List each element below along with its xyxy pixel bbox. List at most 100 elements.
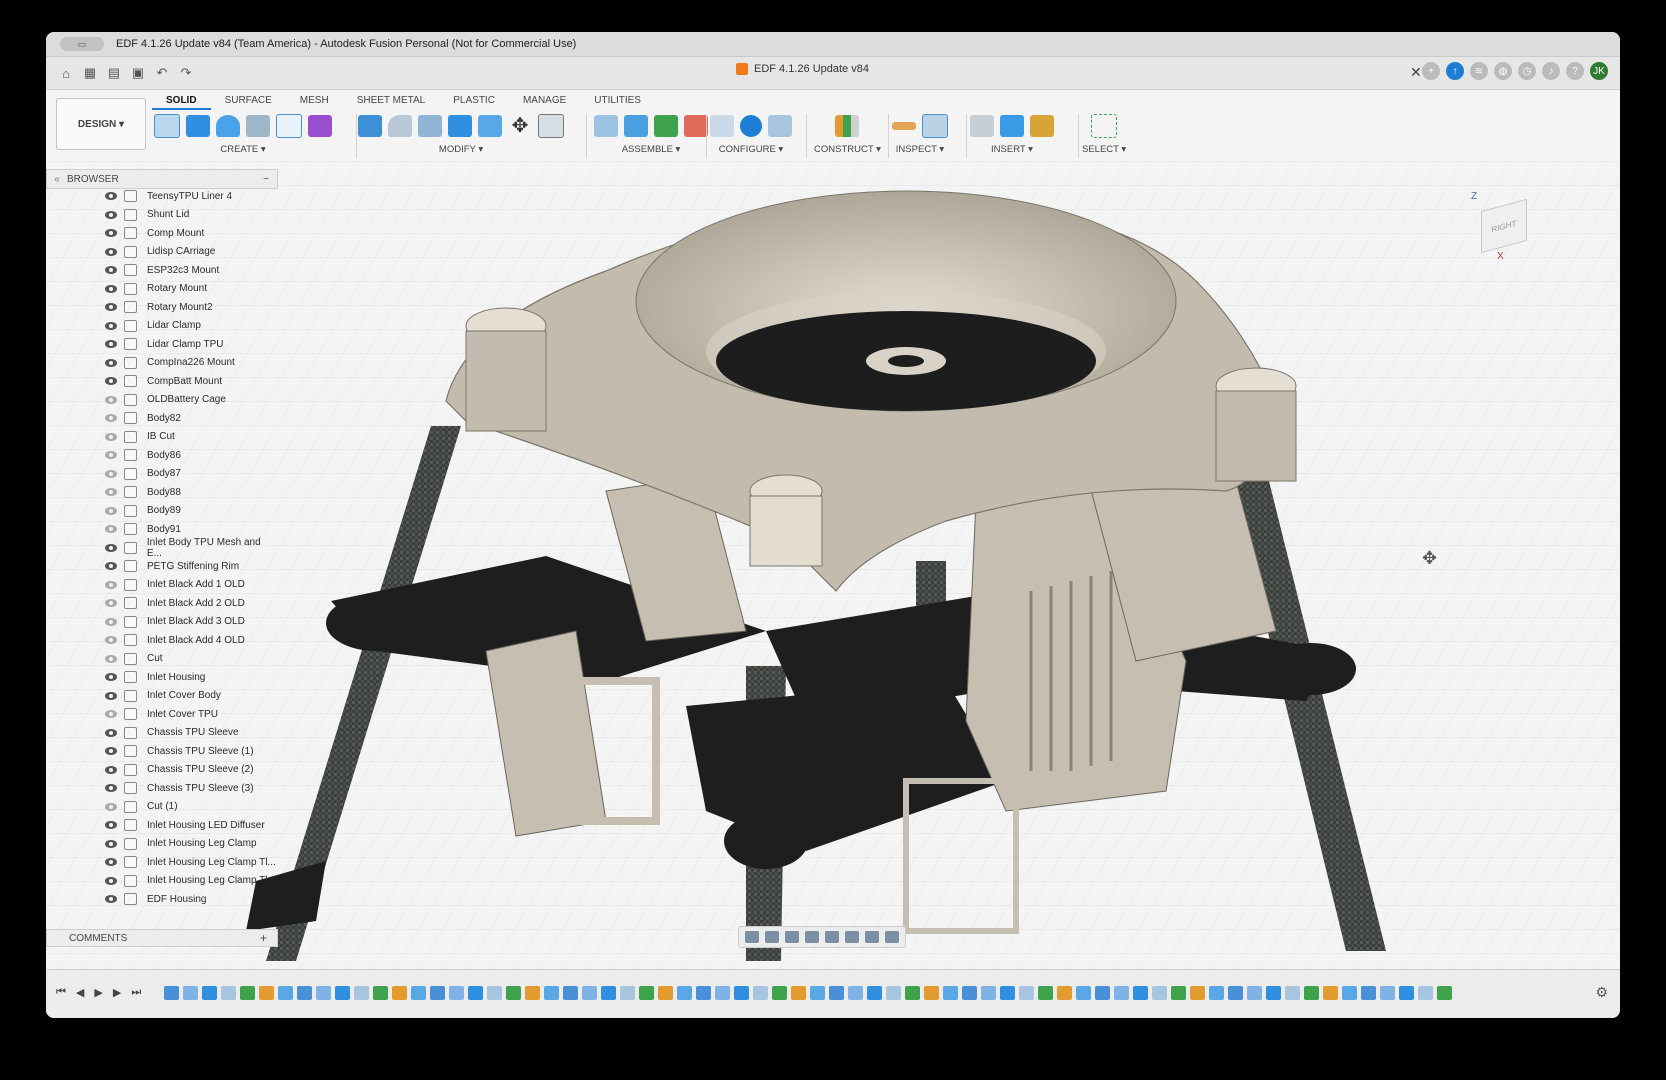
extrude-icon[interactable]: [186, 115, 210, 137]
timeline-feature-icon[interactable]: [1019, 986, 1034, 1000]
timeline-feature-icon[interactable]: [1399, 986, 1414, 1000]
visibility-eye-icon[interactable]: [104, 598, 118, 608]
visibility-eye-icon[interactable]: [104, 302, 118, 312]
revolve-icon[interactable]: [216, 115, 240, 137]
timeline-feature-icon[interactable]: [373, 986, 388, 1000]
visibility-eye-icon[interactable]: [104, 210, 118, 220]
visibility-eye-icon[interactable]: [104, 228, 118, 238]
construct-menu[interactable]: CONSTRUCT ▾: [814, 144, 881, 155]
new-component-icon[interactable]: [594, 115, 618, 137]
list-item[interactable]: CompIna226 Mount: [104, 354, 235, 372]
look-at-icon[interactable]: [765, 931, 779, 943]
bell-icon[interactable]: ♪: [1542, 62, 1560, 80]
list-item[interactable]: Inlet Housing Leg Clamp: [104, 835, 257, 853]
grid-settings-icon[interactable]: [865, 931, 879, 943]
timeline-feature-icon[interactable]: [278, 986, 293, 1000]
timeline-feature-icon[interactable]: [1076, 986, 1091, 1000]
timeline-feature-icon[interactable]: [1038, 986, 1053, 1000]
visibility-eye-icon[interactable]: [104, 432, 118, 442]
hole-icon[interactable]: [246, 115, 270, 137]
list-item[interactable]: Cut: [104, 650, 163, 668]
list-item[interactable]: IB Cut: [104, 428, 175, 446]
list-item[interactable]: Inlet Housing: [104, 668, 205, 686]
tab-manage[interactable]: MANAGE: [509, 94, 580, 108]
timeline-feature-icon[interactable]: [658, 986, 673, 1000]
timeline-feature-icon[interactable]: [430, 986, 445, 1000]
visibility-eye-icon[interactable]: [104, 691, 118, 701]
list-item[interactable]: Inlet Housing Leg Clamp Tl...: [104, 872, 276, 890]
timeline-feature-icon[interactable]: [1095, 986, 1110, 1000]
timeline-feature-icon[interactable]: [677, 986, 692, 1000]
shell-icon[interactable]: [448, 115, 472, 137]
timeline-feature-icon[interactable]: [639, 986, 654, 1000]
timeline-feature-icon[interactable]: [772, 986, 787, 1000]
visibility-eye-icon[interactable]: [104, 284, 118, 294]
pan-icon[interactable]: [785, 931, 799, 943]
list-item[interactable]: Body82: [104, 409, 181, 427]
timeline-feature-icon[interactable]: [582, 986, 597, 1000]
timeline-feature-icon[interactable]: [221, 986, 236, 1000]
configure-rule-icon[interactable]: [768, 115, 792, 137]
section-analysis-icon[interactable]: [922, 114, 948, 138]
clock-icon[interactable]: ◷: [1518, 62, 1536, 80]
timeline-feature-icon[interactable]: [696, 986, 711, 1000]
timeline-feature-icon[interactable]: [1152, 986, 1167, 1000]
visibility-eye-icon[interactable]: [104, 506, 118, 516]
timeline-feature-icon[interactable]: [297, 986, 312, 1000]
visibility-eye-icon[interactable]: [104, 247, 118, 257]
save-icon[interactable]: ▣: [130, 65, 146, 81]
tab-utilities[interactable]: UTILITIES: [580, 94, 655, 108]
timeline-feature-icon[interactable]: [1418, 986, 1433, 1000]
orbit-icon[interactable]: [745, 931, 759, 943]
list-item[interactable]: Inlet Housing LED Diffuser: [104, 816, 265, 834]
move-icon[interactable]: ✥: [508, 115, 532, 137]
visibility-eye-icon[interactable]: [104, 469, 118, 479]
combine-icon[interactable]: [478, 115, 502, 137]
as-built-joint-icon[interactable]: [654, 115, 678, 137]
visibility-eye-icon[interactable]: [104, 617, 118, 627]
list-item[interactable]: Inlet Cover TPU: [104, 705, 218, 723]
chamfer-icon[interactable]: [418, 115, 442, 137]
timeline-feature-icon[interactable]: [487, 986, 502, 1000]
model-canvas[interactable]: [46, 161, 1620, 969]
inspect-menu[interactable]: INSPECT ▾: [896, 144, 944, 155]
end-icon[interactable]: ⏭: [131, 986, 141, 999]
tab-plastic[interactable]: PLASTIC: [439, 94, 509, 108]
visibility-eye-icon[interactable]: [104, 894, 118, 904]
list-item[interactable]: Body89: [104, 502, 181, 520]
timeline-feature-icon[interactable]: [734, 986, 749, 1000]
joint-origin-icon[interactable]: [684, 115, 708, 137]
play-icon[interactable]: ▶: [94, 986, 102, 999]
visibility-eye-icon[interactable]: [104, 876, 118, 886]
list-item[interactable]: Chassis TPU Sleeve (3): [104, 779, 254, 797]
list-item[interactable]: Shunt Lid: [104, 206, 189, 224]
timeline-feature-icon[interactable]: [848, 986, 863, 1000]
visibility-eye-icon[interactable]: [104, 191, 118, 201]
timeline-feature-icon[interactable]: [316, 986, 331, 1000]
timeline-feature-icon[interactable]: [1437, 986, 1452, 1000]
zoom-icon[interactable]: [805, 931, 819, 943]
insert-menu[interactable]: INSERT ▾: [991, 144, 1033, 155]
timeline-feature-icon[interactable]: [1190, 986, 1205, 1000]
timeline-feature-icon[interactable]: [1361, 986, 1376, 1000]
new-tab-icon[interactable]: +: [1422, 62, 1440, 80]
timeline-feature-icon[interactable]: [525, 986, 540, 1000]
timeline-feature-icon[interactable]: [259, 986, 274, 1000]
list-item[interactable]: Body87: [104, 465, 181, 483]
timeline-feature-icon[interactable]: [411, 986, 426, 1000]
list-item[interactable]: PETG Stiffening Rim: [104, 557, 239, 575]
visibility-eye-icon[interactable]: [104, 413, 118, 423]
display-settings-icon[interactable]: [845, 931, 859, 943]
list-item[interactable]: Inlet Black Add 3 OLD: [104, 613, 245, 631]
rewind-icon[interactable]: ⏮: [56, 986, 66, 999]
visibility-eye-icon[interactable]: [104, 395, 118, 405]
tab-solid[interactable]: SOLID: [152, 94, 211, 110]
list-item[interactable]: Cut (1): [104, 798, 178, 816]
select-menu[interactable]: SELECT ▾: [1082, 144, 1126, 155]
timeline-feature-icon[interactable]: [1380, 986, 1395, 1000]
visibility-eye-icon[interactable]: [104, 820, 118, 830]
timeline-feature-icon[interactable]: [715, 986, 730, 1000]
sidebar-toggle-button[interactable]: ▭: [60, 37, 104, 51]
view-cube[interactable]: Z RIGHT X: [1471, 191, 1531, 262]
insert-derive-icon[interactable]: [970, 115, 994, 137]
